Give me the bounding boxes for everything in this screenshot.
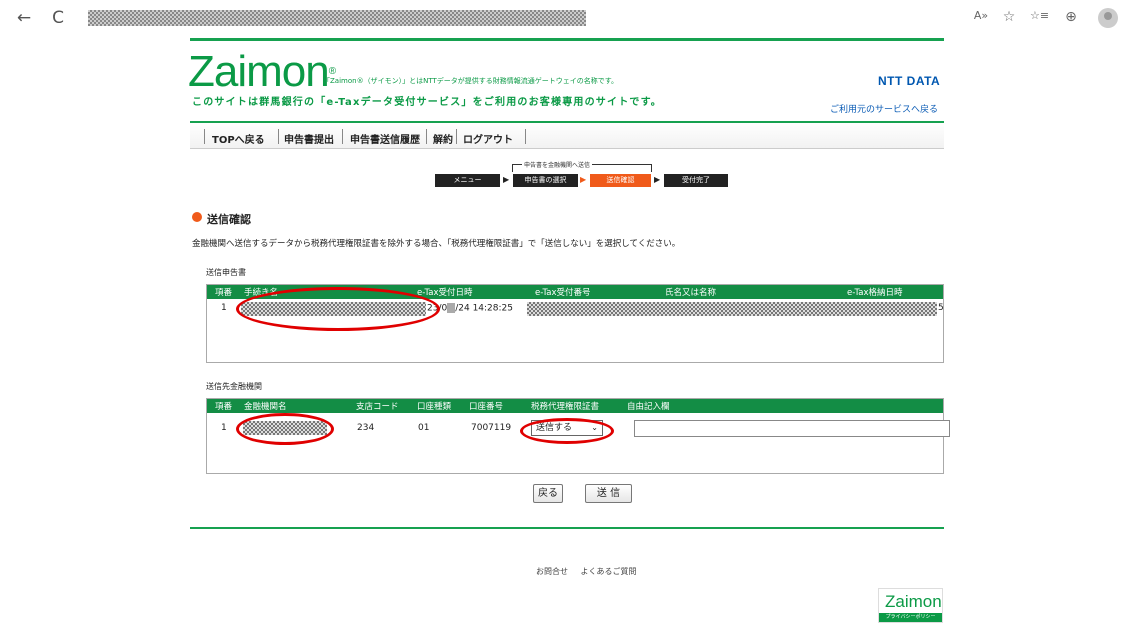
refresh-icon[interactable]: C <box>48 8 68 28</box>
col-header: 金融機関名 <box>244 402 287 412</box>
red-highlight-circle <box>520 418 614 444</box>
step-arrow-icon: ▶ <box>580 175 587 184</box>
receipt-name-redacted <box>527 302 937 316</box>
privacy-policy-link[interactable]: プライバシーポリシー <box>879 613 942 622</box>
section-bullet-icon <box>192 212 202 222</box>
col-header: 口座種類 <box>417 402 452 412</box>
browser-toolbar: ← C A» ☆ ☆≡ ⊕ <box>0 0 1144 36</box>
branch-code: 234 <box>357 423 375 433</box>
main-menu: TOPへ戻る 申告書提出 申告書送信履歴 解約 ログアウト <box>190 121 944 149</box>
logo-description: 「Zaimon®（ザイモン）」とはNTTデータが提供する財務情報流通ゲートウェイ… <box>323 77 619 85</box>
stored-datetime: 5 <box>938 303 944 313</box>
menu-divider <box>456 129 457 144</box>
col-header: 支店コード <box>356 402 399 412</box>
menu-divider <box>342 129 343 144</box>
step-confirm-send: 送信確認 <box>590 174 651 187</box>
flow-title: 申告書を金融機関へ送信 <box>522 160 593 169</box>
footer-rule <box>190 527 944 529</box>
col-header: 項番 <box>215 288 233 298</box>
col-header: e-Tax格納日時 <box>847 288 903 298</box>
menu-logout[interactable]: ログアウト <box>463 131 513 146</box>
step-menu: メニュー <box>435 174 500 187</box>
step-complete: 受付完了 <box>664 174 728 187</box>
footer-zaimon-logo[interactable]: Zaimon プライバシーポリシー <box>878 588 943 623</box>
profile-avatar-icon[interactable] <box>1098 8 1118 28</box>
row-number: 1 <box>221 303 227 313</box>
red-highlight-circle <box>236 413 334 445</box>
menu-cancel-contract[interactable]: 解約 <box>433 131 453 146</box>
step-select-return: 申告書の選択 <box>513 174 578 187</box>
row-number: 1 <box>221 423 227 433</box>
page-title: 送信確認 <box>207 213 251 226</box>
banks-table-label: 送信先金融機関 <box>206 382 262 391</box>
red-highlight-circle <box>236 287 440 331</box>
collections-icon[interactable]: ⊕ <box>1062 9 1080 25</box>
step-arrow-icon: ▶ <box>503 175 510 184</box>
address-bar[interactable] <box>88 10 586 26</box>
footer-links: お問合せ よくあるご質問 <box>536 566 647 577</box>
col-header: 口座番号 <box>469 402 504 412</box>
menu-top[interactable]: TOPへ戻る <box>212 131 265 146</box>
step-arrow-icon: ▶ <box>654 175 661 184</box>
contact-link[interactable]: お問合せ <box>536 567 568 576</box>
col-header: 自由記入欄 <box>627 402 670 412</box>
account-type: 01 <box>418 423 430 433</box>
menu-submit-return[interactable]: 申告書提出 <box>284 131 334 146</box>
faq-link[interactable]: よくあるご質問 <box>581 567 637 576</box>
read-aloud-icon[interactable]: A» <box>972 9 990 22</box>
add-favorite-icon[interactable]: ☆ <box>1000 9 1018 25</box>
ntt-data-logo: NTT DATA <box>878 74 941 88</box>
back-button[interactable]: 戻る <box>533 484 563 503</box>
header-top-rule <box>190 38 944 41</box>
footer-logo-text: Zaimon <box>885 592 942 611</box>
col-header: e-Tax受付番号 <box>535 288 591 298</box>
menu-divider <box>278 129 279 144</box>
col-header: 税務代理権限証書 <box>531 402 600 412</box>
table-header: 項番 金融機関名 支店コード 口座種類 口座番号 税務代理権限証書 自由記入欄 <box>207 399 943 413</box>
zaimon-logo: Zaimon® <box>188 47 336 96</box>
instruction-text: 金融機関へ送信するデータから税務代理権限証書を除外する場合、「税務代理権限証書」… <box>192 239 681 249</box>
col-header: 氏名又は名称 <box>665 288 717 298</box>
back-arrow-icon[interactable]: ← <box>14 8 34 28</box>
return-to-service-link[interactable]: ご利用元のサービスへ戻る <box>830 102 938 115</box>
free-entry-input[interactable] <box>634 420 950 437</box>
returns-table-label: 送信申告書 <box>206 268 246 277</box>
menu-send-history[interactable]: 申告書送信履歴 <box>350 131 420 146</box>
menu-divider <box>426 129 427 144</box>
menu-divider <box>204 129 205 144</box>
col-header: 項番 <box>215 402 233 412</box>
account-number: 7007119 <box>471 423 512 433</box>
col-header: e-Tax受付日時 <box>417 288 473 298</box>
menu-divider <box>525 129 526 144</box>
favorites-icon[interactable]: ☆≡ <box>1030 9 1049 22</box>
site-notice: このサイトは群馬銀行の「e-Taxデータ受付サービス」をご利用のお客様専用のサイ… <box>192 97 662 108</box>
send-button[interactable]: 送 信 <box>585 484 632 503</box>
